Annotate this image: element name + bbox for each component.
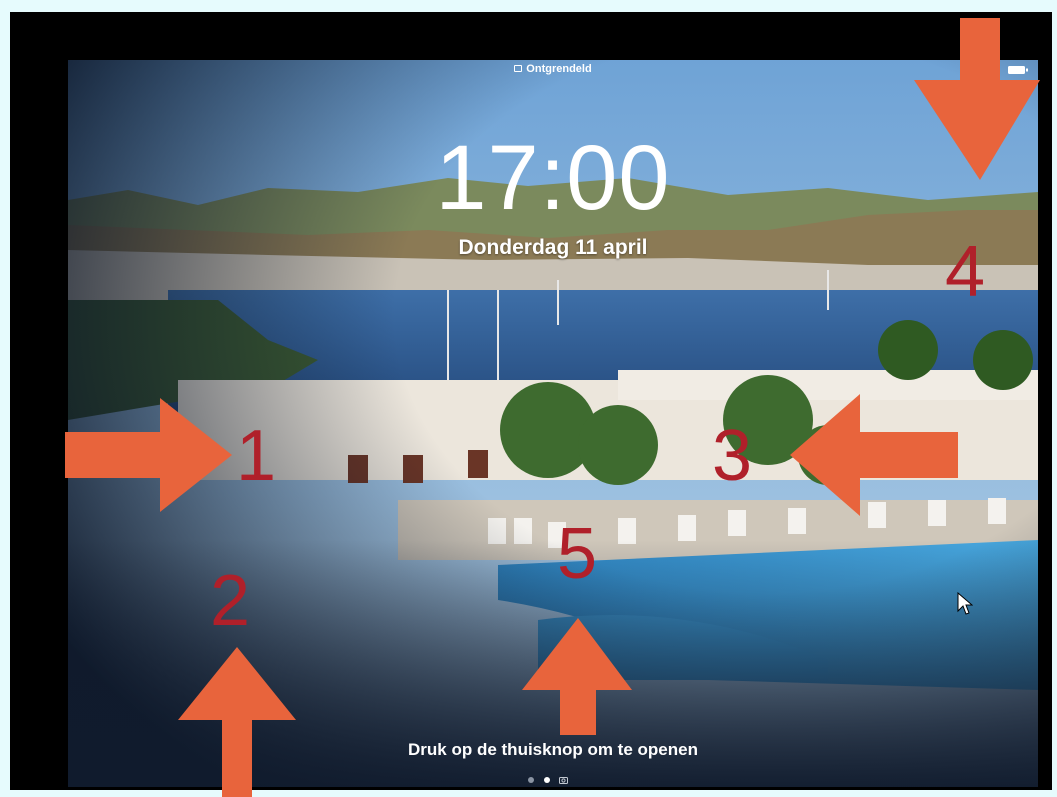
annotation-marker-1: 1 — [236, 416, 277, 496]
annotation-marker-5: 5 — [557, 514, 598, 594]
ipad-lock-screen[interactable]: Ontgrendeld 17:00 Donderdag 11 april Dru… — [68, 60, 1038, 787]
lock-screen-clock: 17:00 — [435, 127, 671, 229]
annotation-marker-2: 2 — [210, 561, 251, 641]
page-dot[interactable] — [528, 777, 534, 783]
lock-status: Ontgrendeld — [68, 63, 1038, 75]
lock-screen-date: Donderdag 11 april — [458, 236, 648, 259]
page-dot-active[interactable] — [544, 777, 550, 783]
mouse-pointer-icon — [957, 592, 973, 615]
lock-status-label: Ontgrendeld — [526, 63, 592, 75]
annotation-marker-3: 3 — [712, 416, 753, 496]
wifi-icon — [971, 64, 985, 75]
camera-icon[interactable] — [559, 776, 568, 784]
status-icons — [971, 64, 1028, 75]
annotation-marker-4: 4 — [945, 232, 986, 312]
unlock-hint-text: Druk op de thuisknop om te openen — [408, 740, 698, 759]
lock-icon — [514, 65, 523, 72]
page-indicator[interactable] — [528, 775, 588, 787]
battery-icon — [1008, 66, 1028, 74]
